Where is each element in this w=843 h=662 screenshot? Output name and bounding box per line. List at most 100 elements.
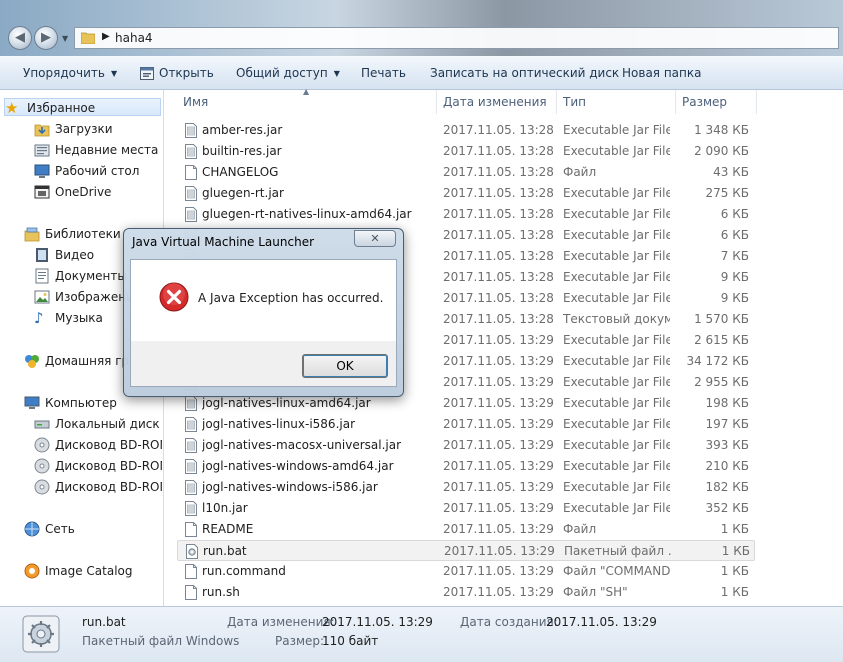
file-name[interactable]: jogl-natives-linux-i586.jar — [202, 414, 432, 435]
file-type: Файл "SH" — [563, 585, 628, 599]
table-row-selected[interactable]: run.bat 2017.11.05. 13:29 Пакетный файл ..… — [177, 540, 755, 561]
file-name[interactable]: gluegen-rt.jar — [202, 183, 432, 204]
blank-file-icon — [185, 522, 197, 537]
breadcrumb-chevron-icon[interactable]: ▶ — [102, 31, 110, 42]
file-name[interactable]: gluegen-rt-natives-linux-amd64.jar — [202, 204, 432, 225]
column-divider[interactable] — [675, 90, 676, 114]
nav-bd-rom-2[interactable]: Дисковод BD-ROM — [34, 457, 162, 475]
file-size: 393 КБ — [705, 438, 749, 452]
nav-label: Дисковод BD-ROM — [55, 438, 162, 452]
table-row[interactable]: builtin-res.jar 2017.11.05. 13:28 Executab… — [177, 141, 755, 162]
table-row[interactable]: amber-res.jar 2017.11.05. 13:28 Executable… — [177, 120, 755, 141]
batch-file-gear-icon — [22, 615, 60, 653]
organize-button[interactable]: Упорядочить ▼ — [23, 65, 117, 81]
column-header-name[interactable]: Имя — [183, 90, 433, 114]
file-name[interactable]: l10n.jar — [202, 498, 432, 519]
ok-button[interactable]: OK — [302, 354, 388, 378]
file-name[interactable]: README — [202, 519, 432, 540]
column-header-date[interactable]: Дата изменения — [443, 90, 555, 114]
column-divider[interactable] — [436, 90, 437, 114]
nav-onedrive[interactable]: OneDrive — [34, 183, 162, 201]
jar-file-icon — [185, 438, 197, 453]
print-label: Печать — [361, 66, 406, 80]
forward-button[interactable]: ▶ — [34, 26, 58, 50]
nav-downloads[interactable]: Загрузки — [34, 120, 162, 138]
details-file-name: run.bat — [82, 615, 126, 629]
libraries-icon — [24, 227, 40, 241]
file-type: Файл "COMMAND" — [563, 564, 670, 578]
file-name[interactable]: builtin-res.jar — [202, 141, 432, 162]
file-size: 210 КБ — [705, 459, 749, 473]
table-row[interactable]: jogl-natives-linux-i586.jar 2017.11.05. 1… — [177, 414, 755, 435]
table-row[interactable]: gluegen-rt.jar 2017.11.05. 13:28 Executabl… — [177, 183, 755, 204]
details-file-type: Пакетный файл Windows — [82, 634, 240, 648]
nav-recent-places[interactable]: Недавние места — [34, 141, 162, 159]
file-date: 2017.11.05. 13:29 — [443, 564, 554, 578]
table-row[interactable]: jogl-natives-windows-i586.jar 2017.11.05.… — [177, 477, 755, 498]
table-row[interactable]: run.sh 2017.11.05. 13:29 Файл "SH" 1 КБ — [177, 582, 755, 603]
file-date: 2017.11.05. 13:29 — [443, 522, 554, 536]
file-name[interactable]: jogl-natives-windows-i586.jar — [202, 477, 432, 498]
nav-local-disk[interactable]: Локальный диск (C:) — [34, 415, 162, 433]
burn-button[interactable]: Записать на оптический диск — [430, 65, 619, 81]
file-name[interactable]: CHANGELOG — [202, 162, 432, 183]
homegroup-icon — [25, 354, 39, 368]
burn-label: Записать на оптический диск — [430, 66, 620, 80]
file-name[interactable]: run.command — [202, 561, 432, 582]
nav-label: Image Catalog — [45, 564, 133, 578]
nav-bd-rom-3[interactable]: Дисковод BD-ROM — [34, 478, 162, 496]
file-size: 1 348 КБ — [694, 123, 749, 137]
error-icon — [159, 282, 189, 312]
jar-file-icon — [185, 207, 197, 222]
chevron-down-icon: ▼ — [333, 68, 340, 78]
file-date: 2017.11.05. 13:29 — [443, 480, 554, 494]
file-size: 1 КБ — [721, 544, 750, 558]
recent-pages-dropdown[interactable]: ▼ — [62, 34, 68, 43]
file-date: 2017.11.05. 13:29 — [443, 438, 554, 452]
chevron-down-icon: ▼ — [110, 68, 118, 78]
breadcrumb-folder[interactable]: haha4 — [115, 31, 153, 45]
nav-bd-rom-1[interactable]: Дисковод BD-ROM — [34, 436, 162, 454]
optical-disc-icon — [34, 437, 50, 452]
file-name[interactable]: jogl-natives-macosx-universal.jar — [202, 435, 432, 456]
file-name[interactable]: amber-res.jar — [202, 120, 432, 141]
video-icon — [36, 247, 48, 262]
jar-file-icon — [185, 459, 197, 474]
table-row[interactable]: gluegen-rt-natives-linux-amd64.jar 2017.1… — [177, 204, 755, 225]
column-divider[interactable] — [756, 90, 757, 114]
dialog-close-button[interactable]: ✕ — [354, 230, 396, 247]
back-button[interactable]: ◀ — [8, 26, 32, 50]
dialog-body: A Java Exception has occurred. OK — [130, 259, 397, 387]
nav-desktop[interactable]: Рабочий стол — [34, 162, 162, 180]
nav-favorites[interactable]: ★ Избранное — [4, 98, 161, 116]
nav-network[interactable]: Сеть — [24, 520, 162, 538]
table-row[interactable]: CHANGELOG 2017.11.05. 13:28 Файл 43 КБ — [177, 162, 755, 183]
table-row[interactable]: run.command 2017.11.05. 13:29 Файл "COMMAN… — [177, 561, 755, 582]
column-header-type[interactable]: Тип — [563, 90, 673, 114]
file-type: Файл — [563, 522, 597, 536]
table-row[interactable]: l10n.jar 2017.11.05. 13:29 Executable Jar … — [177, 498, 755, 519]
print-button[interactable]: Печать — [361, 65, 406, 81]
jar-file-icon — [185, 144, 197, 159]
open-button[interactable]: Открыть — [140, 65, 214, 81]
nav-label: Библиотеки — [45, 227, 121, 241]
address-bar[interactable]: ▶ haha4 — [74, 27, 839, 49]
file-name[interactable]: jogl-natives-windows-amd64.jar — [202, 456, 432, 477]
file-name[interactable]: run.bat — [203, 541, 433, 562]
nav-image-catalog[interactable]: Image Catalog — [24, 562, 162, 580]
column-divider[interactable] — [556, 90, 557, 114]
jar-file-icon — [185, 186, 197, 201]
file-name[interactable]: run.sh — [202, 582, 432, 603]
column-header-size[interactable]: Размер — [682, 90, 757, 114]
close-icon: ✕ — [370, 232, 380, 245]
new-folder-button[interactable]: Новая папка — [622, 65, 701, 81]
table-row[interactable]: README 2017.11.05. 13:29 Файл 1 КБ — [177, 519, 755, 540]
file-date: 2017.11.05. 13:28 — [443, 291, 554, 305]
table-row[interactable]: jogl-natives-macosx-universal.jar 2017.11… — [177, 435, 755, 456]
error-dialog: Java Virtual Machine Launcher ✕ A Java E… — [123, 228, 404, 397]
file-size: 2 615 КБ — [694, 333, 749, 347]
nav-label: Локальный диск (C:) — [55, 417, 162, 431]
batch-file-icon — [186, 544, 198, 559]
table-row[interactable]: jogl-natives-windows-amd64.jar 2017.11.05… — [177, 456, 755, 477]
share-button[interactable]: Общий доступ ▼ — [236, 65, 340, 81]
